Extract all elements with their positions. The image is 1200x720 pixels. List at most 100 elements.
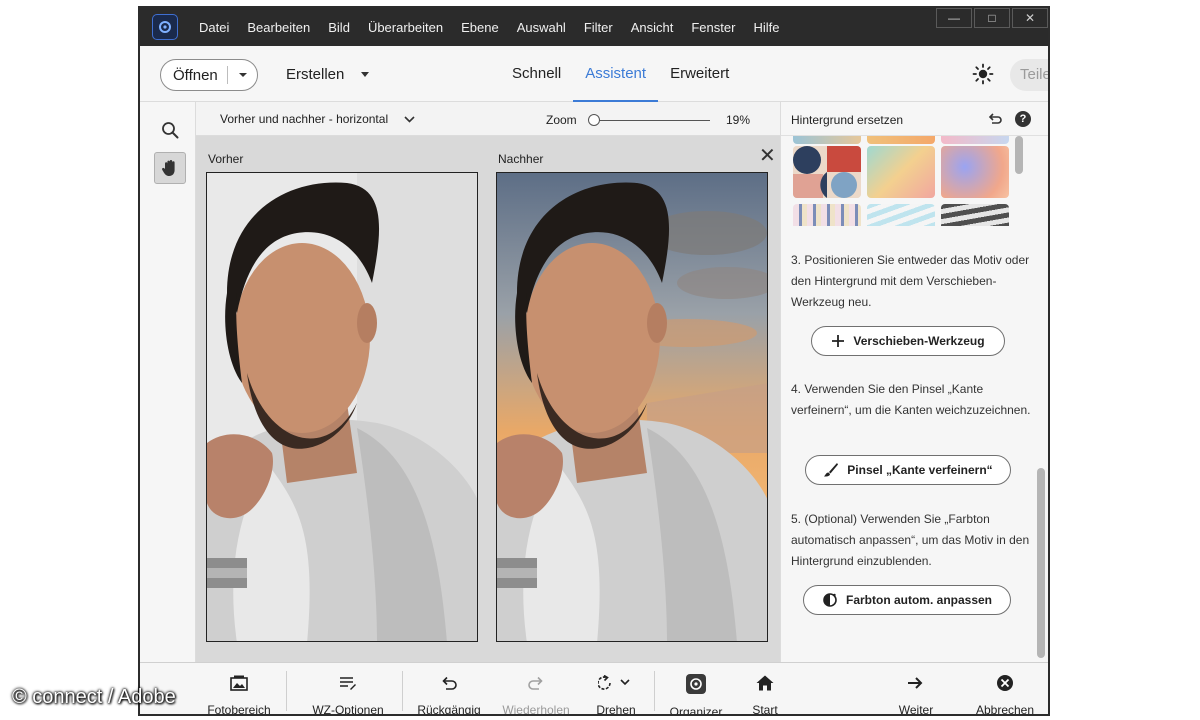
after-label: Nachher	[498, 152, 544, 166]
refine-edge-brush-button[interactable]: Pinsel „Kante verfeinern“	[805, 455, 1011, 485]
organizer-button[interactable]: Organizer	[662, 663, 730, 716]
zoom-tool-icon[interactable]	[154, 114, 186, 146]
cancel-icon	[996, 673, 1014, 693]
open-dropdown-icon[interactable]	[228, 72, 257, 78]
organizer-icon	[685, 673, 707, 695]
theme-toggle-icon[interactable]	[972, 63, 994, 85]
thumbnail-scroll-thumb[interactable]	[1015, 136, 1023, 174]
create-menu[interactable]: Erstellen	[286, 66, 370, 83]
menu-filter[interactable]: Filter	[575, 20, 622, 35]
reset-icon[interactable]	[987, 111, 1003, 132]
background-thumbnail[interactable]	[941, 204, 1009, 226]
refine-edge-button-label: Pinsel „Kante verfeinern“	[847, 463, 993, 477]
brush-icon	[824, 463, 839, 477]
arrow-right-icon	[907, 673, 925, 693]
menu-fenster[interactable]: Fenster	[682, 20, 744, 35]
next-label: Weiter	[898, 703, 934, 716]
home-button[interactable]: Start	[740, 663, 790, 716]
guided-edit-panel: Hintergrund ersetzen ? 3. Positionieren …	[780, 102, 1048, 662]
step-5-text: 5. (Optional) Verwenden Sie „Farbton aut…	[791, 512, 1030, 568]
step-4-text: 4. Verwenden Sie den Pinsel „Kante verfe…	[791, 382, 1031, 417]
menu-datei[interactable]: Datei	[190, 20, 238, 35]
home-icon	[756, 673, 774, 693]
help-icon[interactable]: ?	[1015, 111, 1031, 127]
organizer-label: Organizer	[669, 705, 723, 716]
menu-ansicht[interactable]: Ansicht	[622, 20, 683, 35]
cancel-label: Abbrechen	[975, 703, 1035, 716]
panel-scroll-thumb[interactable]	[1037, 468, 1045, 658]
after-image	[496, 172, 768, 642]
background-thumbnail[interactable]	[793, 136, 861, 144]
menu-bearbeiten[interactable]: Bearbeiten	[238, 20, 319, 35]
minimize-icon[interactable]: —	[936, 8, 972, 28]
bottom-divider	[402, 671, 403, 711]
close-comparison-icon[interactable]: ✕	[759, 146, 776, 166]
top-toolbar: Öffnen Erstellen Schnell Assistent Erwei…	[140, 46, 1048, 102]
photo-bin-label: Fotobereich	[207, 703, 271, 716]
maximize-icon[interactable]: □	[974, 8, 1010, 28]
auto-tone-icon	[823, 593, 837, 607]
move-tool-button[interactable]: Verschieben-Werkzeug	[811, 326, 1005, 356]
background-thumbnail[interactable]	[793, 204, 861, 226]
menu-bild[interactable]: Bild	[319, 20, 359, 35]
rotate-button[interactable]: Drehen	[584, 663, 648, 716]
menu-auswahl[interactable]: Auswahl	[508, 20, 575, 35]
rotate-label: Drehen	[596, 703, 636, 716]
tool-options-label: WZ-Optionen	[312, 703, 384, 716]
share-button[interactable]: Teile	[1010, 59, 1048, 91]
auto-tone-button[interactable]: Farbton autom. anpassen	[803, 585, 1011, 615]
tab-schnell[interactable]: Schnell	[500, 46, 573, 102]
step-3-text: 3. Positionieren Sie entweder das Motiv …	[791, 253, 1030, 309]
copyright-watermark: © connect / Adobe	[12, 686, 176, 708]
bottom-divider	[286, 671, 287, 711]
tab-erweitert[interactable]: Erweitert	[658, 46, 741, 102]
background-thumbnail[interactable]	[941, 136, 1009, 144]
create-label: Erstellen	[286, 66, 345, 83]
before-label: Vorher	[208, 152, 244, 166]
bottom-taskbar: Fotobereich WZ-Optionen Rückgängig Wiede…	[140, 662, 1048, 716]
redo-label: Wiederholen	[502, 703, 570, 716]
open-button[interactable]: Öffnen	[160, 59, 258, 91]
cancel-button[interactable]: Abbrechen	[964, 663, 1046, 716]
menu-ueberarbeiten[interactable]: Überarbeiten	[359, 20, 452, 35]
hand-tool-icon[interactable]	[154, 152, 186, 184]
zoom-label: Zoom	[546, 113, 577, 127]
rotate-icon	[598, 673, 634, 693]
background-thumbnail[interactable]	[793, 146, 861, 198]
plus-icon	[832, 335, 845, 347]
window-controls: — □ ✕	[934, 8, 1048, 28]
create-dropdown-icon	[361, 71, 370, 77]
undo-button[interactable]: Rückgängig	[412, 663, 486, 716]
view-mode-value: Vorher und nachher - horizontal	[220, 112, 389, 126]
next-button[interactable]: Weiter	[886, 663, 946, 716]
tool-options-button[interactable]: WZ-Optionen	[300, 663, 396, 716]
chevron-down-icon	[404, 115, 415, 123]
menu-ebene[interactable]: Ebene	[452, 20, 508, 35]
canvas-area: Vorher Nachher ✕	[196, 136, 780, 662]
panel-scrollbar[interactable]	[1037, 232, 1045, 658]
thumbnail-scrollbar[interactable]	[1013, 136, 1025, 226]
menu-bar: Datei Bearbeiten Bild Überarbeiten Ebene…	[140, 8, 1048, 46]
zoom-slider-track[interactable]	[594, 120, 710, 121]
view-mode-select[interactable]: Vorher und nachher - horizontal	[220, 112, 415, 126]
menu-hilfe[interactable]: Hilfe	[744, 20, 788, 35]
tool-strip	[140, 102, 196, 662]
close-window-icon[interactable]: ✕	[1012, 8, 1048, 28]
move-tool-button-label: Verschieben-Werkzeug	[853, 334, 985, 348]
tab-assistent[interactable]: Assistent	[573, 46, 658, 102]
app-window: Datei Bearbeiten Bild Überarbeiten Ebene…	[138, 6, 1050, 716]
background-thumbnail[interactable]	[941, 146, 1009, 198]
background-thumbnail[interactable]	[867, 136, 935, 144]
auto-tone-button-label: Farbton autom. anpassen	[845, 593, 993, 607]
photo-bin-icon	[230, 673, 248, 693]
zoom-slider-handle[interactable]	[588, 114, 600, 126]
background-thumbnail[interactable]	[867, 146, 935, 198]
undo-label: Rückgängig	[417, 703, 481, 716]
view-options-bar: Vorher und nachher - horizontal Zoom 19%	[196, 102, 780, 136]
redo-button[interactable]: Wiederholen	[496, 663, 576, 716]
home-label: Start	[752, 703, 778, 716]
photo-bin-button[interactable]: Fotobereich	[198, 663, 280, 716]
before-image	[206, 172, 478, 642]
background-thumbnail[interactable]	[867, 204, 935, 226]
app-logo-icon	[152, 14, 178, 40]
